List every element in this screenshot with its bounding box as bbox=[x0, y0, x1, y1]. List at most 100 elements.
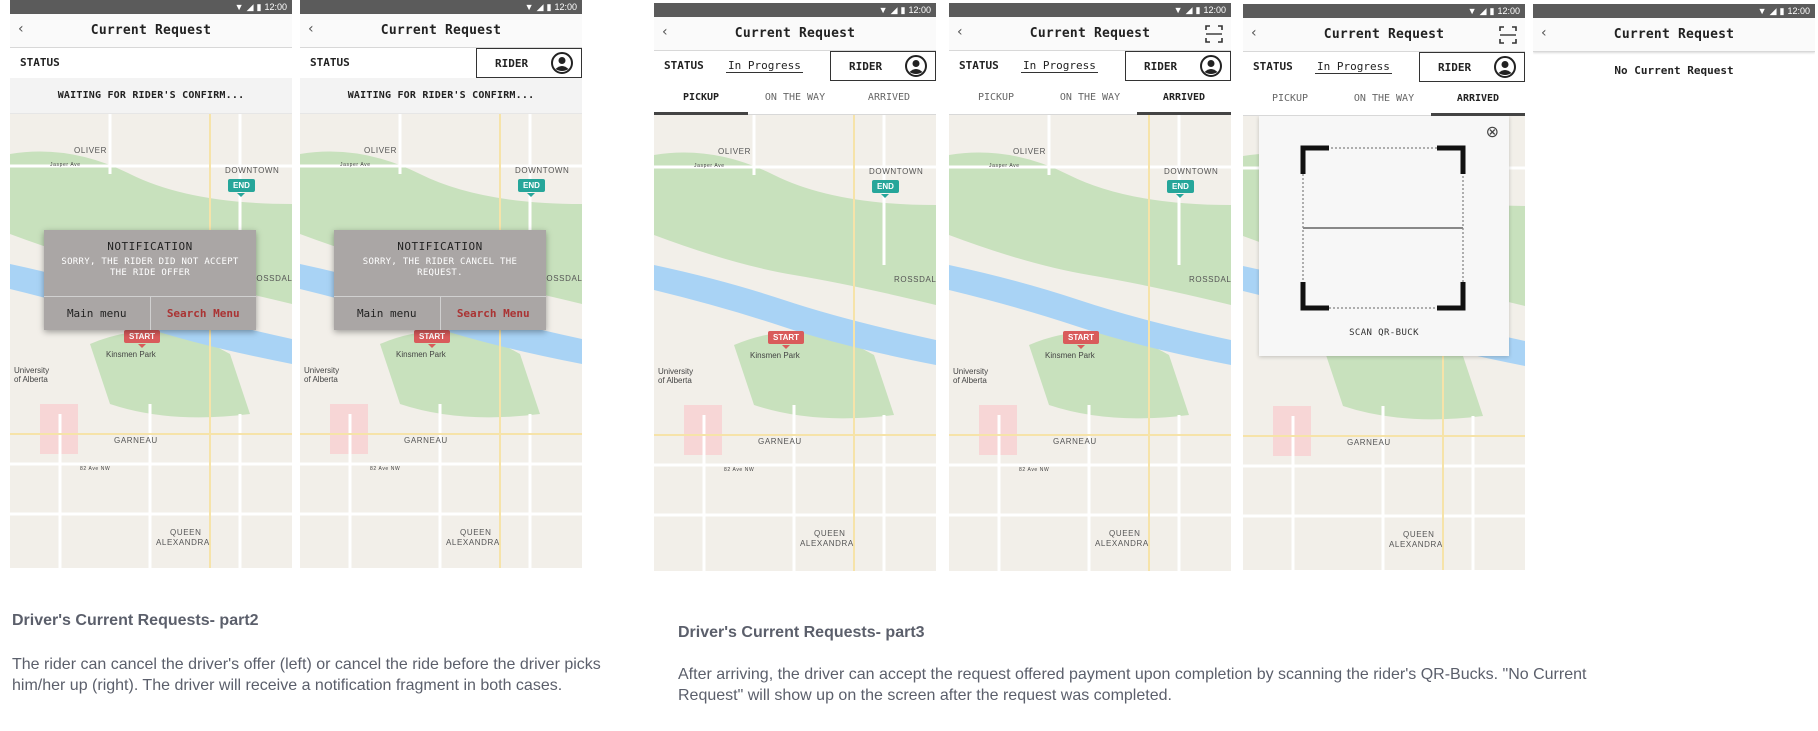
caption-part2-title: Driver's Current Requests- part2 bbox=[12, 612, 259, 629]
map-view[interactable]: GARNEAU QUEEN ALEXANDRA ⊗ SCAN QR-BUCK bbox=[1243, 116, 1525, 570]
status-label: STATUS bbox=[664, 59, 704, 72]
end-pin[interactable]: END bbox=[1167, 180, 1194, 198]
account-icon bbox=[1494, 56, 1516, 78]
progress-tabs: PICKUP ON THE WAY ARRIVED bbox=[949, 81, 1231, 115]
tab-pickup[interactable]: PICKUP bbox=[949, 81, 1043, 114]
map-label-oliver: OLIVER bbox=[718, 147, 751, 156]
battery-icon: ▮ bbox=[1489, 5, 1495, 16]
back-icon[interactable]: ‹ bbox=[308, 21, 314, 37]
notification-buttons: Main menu Search Menu bbox=[334, 296, 546, 330]
rider-button[interactable]: RIDER bbox=[476, 48, 582, 78]
tab-on-the-way[interactable]: ON THE WAY bbox=[1043, 81, 1137, 114]
end-pin[interactable]: END bbox=[518, 179, 545, 197]
qr-scan-icon[interactable] bbox=[1499, 26, 1517, 44]
caption-part2-body: The rider can cancel the driver's offer … bbox=[12, 656, 601, 694]
end-pin[interactable]: END bbox=[228, 179, 255, 197]
status-label: STATUS bbox=[1253, 60, 1293, 73]
tab-arrived[interactable]: ARRIVED bbox=[1137, 81, 1231, 115]
map-label-82ave: 82 Ave NW bbox=[1019, 467, 1050, 473]
end-pin[interactable]: END bbox=[872, 180, 899, 198]
app-bar: ‹ Current Request bbox=[654, 17, 936, 51]
tab-arrived[interactable]: ARRIVED bbox=[1431, 82, 1525, 116]
rider-button[interactable]: RIDER bbox=[1125, 51, 1231, 81]
battery-icon: ▮ bbox=[546, 1, 552, 12]
map-label-oliver: OLIVER bbox=[74, 146, 107, 155]
back-icon[interactable]: ‹ bbox=[1251, 25, 1257, 41]
map-label-jasper: Jasper Ave bbox=[989, 163, 1020, 169]
battery-icon: ▮ bbox=[1195, 4, 1201, 15]
map-view[interactable]: OLIVER DOWNTOWN Jasper Ave ROSSDAL Unive… bbox=[10, 114, 292, 568]
rider-button[interactable]: RIDER bbox=[830, 51, 936, 81]
search-menu-button[interactable]: Search Menu bbox=[149, 297, 257, 330]
start-pin[interactable]: START bbox=[124, 330, 161, 348]
main-menu-button[interactable]: Main menu bbox=[334, 297, 440, 330]
map-label-kinsmen: Kinsmen Park bbox=[106, 350, 156, 359]
status-value: In Progress bbox=[1021, 59, 1098, 73]
scan-label: SCAN QR-BUCK bbox=[1349, 328, 1419, 338]
back-icon[interactable]: ‹ bbox=[957, 24, 963, 40]
tab-on-the-way[interactable]: ON THE WAY bbox=[748, 81, 842, 114]
map-label-kinsmen: Kinsmen Park bbox=[750, 351, 800, 360]
wifi-icon: ▼ bbox=[878, 4, 888, 15]
tab-pickup[interactable]: PICKUP bbox=[1243, 82, 1337, 115]
app-bar: ‹ Current Request bbox=[1243, 18, 1525, 52]
status-row: STATUS bbox=[10, 48, 292, 78]
qr-scan-icon[interactable] bbox=[1205, 25, 1223, 43]
map-label-alexandra: ALEXANDRA bbox=[1095, 539, 1149, 548]
wifi-icon: ▼ bbox=[524, 1, 534, 12]
page-title: Current Request bbox=[1029, 26, 1151, 41]
start-pin[interactable]: START bbox=[414, 330, 451, 348]
tab-pickup[interactable]: PICKUP bbox=[654, 81, 748, 115]
signal-icon: ◢ bbox=[536, 1, 544, 12]
tab-on-the-way[interactable]: ON THE WAY bbox=[1337, 82, 1431, 115]
main-menu-button[interactable]: Main menu bbox=[44, 297, 150, 330]
phone-arrived: ▼ ◢ ▮ 12:00 ‹ Current Request STATUS In … bbox=[949, 3, 1231, 571]
status-bar: ▼ ◢ ▮ 12:00 bbox=[654, 3, 936, 17]
map-label-oliver: OLIVER bbox=[1013, 147, 1046, 156]
map-label-jasper: Jasper Ave bbox=[50, 162, 81, 168]
start-pin[interactable]: START bbox=[1063, 331, 1100, 349]
map-view[interactable]: OLIVER DOWNTOWN Jasper Ave ROSSDAL Unive… bbox=[654, 115, 936, 571]
map-label-downtown: DOWNTOWN bbox=[869, 167, 924, 176]
app-bar: ‹ Current Request bbox=[10, 14, 292, 48]
map-label-uofa: University of Alberta bbox=[953, 367, 989, 385]
map-label-oliver: OLIVER bbox=[364, 146, 397, 155]
status-value: In Progress bbox=[726, 59, 803, 73]
map-label-kinsmen: Kinsmen Park bbox=[1045, 351, 1095, 360]
status-value: In Progress bbox=[1315, 60, 1392, 74]
map-view[interactable]: OLIVER DOWNTOWN Jasper Ave ROSSDAL Unive… bbox=[300, 114, 582, 568]
status-bar: ▼ ◢ ▮ 12:00 bbox=[1243, 4, 1525, 18]
map-label-downtown: DOWNTOWN bbox=[515, 166, 570, 175]
rider-label: RIDER bbox=[1144, 59, 1178, 73]
page-title: Current Request bbox=[1613, 27, 1735, 42]
tab-arrived[interactable]: ARRIVED bbox=[842, 81, 936, 114]
status-label: STATUS bbox=[20, 56, 60, 69]
battery-icon: ▮ bbox=[900, 4, 906, 15]
status-time: 12:00 bbox=[264, 2, 287, 12]
page-title: Current Request bbox=[380, 23, 502, 38]
start-pin[interactable]: START bbox=[768, 331, 805, 349]
waiting-banner: WAITING FOR RIDER'S CONFIRM... bbox=[10, 78, 292, 114]
status-row: STATUS In Progress RIDER bbox=[1243, 52, 1525, 82]
status-time: 12:00 bbox=[1787, 6, 1810, 16]
map-view[interactable]: OLIVER DOWNTOWN Jasper Ave ROSSDAL Unive… bbox=[949, 115, 1231, 571]
page-title: Current Request bbox=[1323, 27, 1445, 42]
signal-icon: ◢ bbox=[1185, 4, 1193, 15]
app-bar: ‹ Current Request bbox=[949, 17, 1231, 51]
account-icon bbox=[551, 52, 573, 74]
signal-icon: ◢ bbox=[246, 1, 254, 12]
back-icon[interactable]: ‹ bbox=[662, 24, 668, 40]
back-icon[interactable]: ‹ bbox=[1541, 25, 1547, 41]
page-title: Current Request bbox=[90, 23, 212, 38]
waiting-banner: WAITING FOR RIDER'S CONFIRM... bbox=[300, 78, 582, 114]
rider-button[interactable]: RIDER bbox=[1419, 52, 1525, 82]
map-label-rossdale: ROSSDAL bbox=[1189, 275, 1231, 284]
wifi-icon: ▼ bbox=[1467, 5, 1477, 16]
phone-scanner: ▼ ◢ ▮ 12:00 ‹ Current Request STATUS In … bbox=[1243, 4, 1525, 570]
search-menu-button[interactable]: Search Menu bbox=[439, 297, 547, 330]
map-label-alexandra: ALEXANDRA bbox=[446, 538, 500, 547]
phone-pickup: ▼ ◢ ▮ 12:00 ‹ Current Request STATUS In … bbox=[654, 3, 936, 571]
map-label-garneau: GARNEAU bbox=[758, 437, 802, 446]
map-label-alexandra: ALEXANDRA bbox=[1389, 540, 1443, 549]
back-icon[interactable]: ‹ bbox=[18, 21, 24, 37]
